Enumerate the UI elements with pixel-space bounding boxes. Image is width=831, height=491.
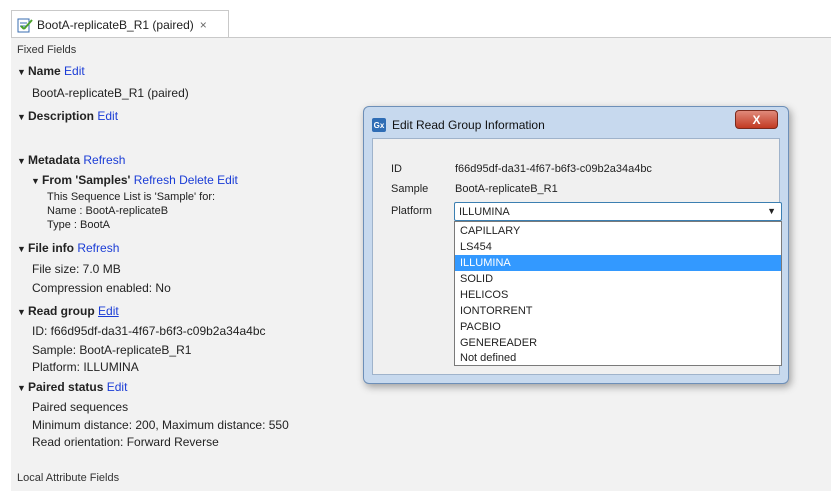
collapse-triangle-icon[interactable]: ▼ [17, 112, 28, 122]
from-samples-header: ▼ From 'Samples' Refresh Delete Edit [31, 173, 238, 187]
collapse-triangle-icon[interactable]: ▼ [17, 307, 28, 317]
platform-dropdown-list: CAPILLARY LS454 ILLUMINA SOLID HELICOS I… [454, 221, 782, 366]
sample-label: Sample [391, 183, 429, 195]
edit-read-group-dialog: Gx Edit Read Group Information X ID f66d… [363, 106, 789, 384]
file-info-label: File info [28, 241, 74, 255]
platform-option[interactable]: GENEREADER [455, 335, 781, 351]
read-group-platform: Platform: ILLUMINA [32, 360, 139, 374]
platform-option[interactable]: LS454 [455, 239, 781, 255]
from-samples-edit-link[interactable]: Edit [217, 173, 238, 187]
platform-option[interactable]: CAPILLARY [455, 223, 781, 239]
paired-status-label: Paired status [28, 380, 104, 394]
platform-option[interactable]: Not defined [455, 350, 781, 366]
metadata-section-header: ▼ Metadata Refresh [17, 153, 125, 167]
dialog-title-bar[interactable]: Gx Edit Read Group Information [372, 116, 545, 134]
platform-selected-value: ILLUMINA [459, 205, 510, 218]
read-group-sample: Sample: BootA-replicateB_R1 [32, 343, 192, 357]
paired-status-section-header: ▼ Paired status Edit [17, 380, 127, 394]
from-samples-label: From 'Samples' [42, 173, 131, 187]
read-orientation: Read orientation: Forward Reverse [32, 435, 219, 449]
name-value: BootA-replicateB_R1 (paired) [32, 86, 189, 100]
description-label: Description [28, 109, 95, 123]
read-group-label: Read group [28, 304, 95, 318]
read-group-edit-link[interactable]: Edit [98, 304, 119, 318]
platform-select[interactable]: ILLUMINA ▼ [454, 202, 782, 221]
file-info-section-header: ▼ File info Refresh [17, 241, 119, 255]
from-samples-refresh-link[interactable]: Refresh [134, 173, 176, 187]
tab-title: BootA-replicateB_R1 (paired) [37, 17, 194, 32]
paired-distance: Minimum distance: 200, Maximum distance:… [32, 418, 289, 432]
file-size: File size: 7.0 MB [32, 262, 121, 276]
name-edit-link[interactable]: Edit [64, 64, 85, 78]
collapse-triangle-icon[interactable]: ▼ [17, 244, 28, 254]
id-value: f66d95df-da31-4f67-b6f3-c09b2a34a4bc [455, 163, 652, 175]
metadata-line: This Sequence List is 'Sample' for: [47, 191, 216, 203]
collapse-triangle-icon[interactable]: ▼ [17, 67, 28, 77]
tab-close-icon[interactable]: × [200, 18, 207, 32]
platform-option[interactable]: SOLID [455, 271, 781, 287]
file-info-refresh-link[interactable]: Refresh [77, 241, 119, 255]
compression-enabled: Compression enabled: No [32, 281, 171, 295]
platform-option[interactable]: PACBIO [455, 319, 781, 335]
platform-option[interactable]: HELICOS [455, 287, 781, 303]
paired-status-edit-link[interactable]: Edit [107, 380, 128, 394]
dialog-close-button[interactable]: X [735, 110, 778, 129]
read-group-id: ID: f66d95df-da31-4f67-b6f3-c09b2a34a4bc [32, 324, 266, 338]
collapse-triangle-icon[interactable]: ▼ [31, 176, 42, 186]
local-attribute-fields-header: Local Attribute Fields [17, 472, 120, 484]
description-edit-link[interactable]: Edit [97, 109, 118, 123]
editor-tab-bar: BootA-replicateB_R1 (paired) × [0, 0, 831, 38]
metadata-refresh-link[interactable]: Refresh [83, 153, 125, 167]
sequence-list-icon [17, 18, 33, 32]
collapse-triangle-icon[interactable]: ▼ [17, 383, 28, 393]
app-icon: Gx [372, 118, 386, 132]
platform-label: Platform [391, 205, 432, 217]
tab-sequence-list[interactable]: BootA-replicateB_R1 (paired) × [11, 10, 229, 38]
metadata-label: Metadata [28, 153, 81, 167]
sample-value: BootA-replicateB_R1 [455, 183, 558, 195]
metadata-line: Name : BootA-replicateB [47, 205, 169, 217]
fixed-fields-header: Fixed Fields [17, 44, 77, 56]
metadata-line: Type : BootA [47, 219, 110, 231]
name-label: Name [28, 64, 61, 78]
paired-sequences: Paired sequences [32, 400, 129, 414]
name-section-header: ▼ Name Edit [17, 64, 85, 78]
description-section-header: ▼ Description Edit [17, 109, 118, 123]
dialog-title: Edit Read Group Information [392, 118, 545, 132]
platform-option-selected[interactable]: ILLUMINA [455, 255, 781, 271]
dialog-body: ID f66d95df-da31-4f67-b6f3-c09b2a34a4bc … [372, 138, 782, 375]
platform-option[interactable]: IONTORRENT [455, 303, 781, 319]
from-samples-delete-link[interactable]: Delete [179, 173, 214, 187]
read-group-section-header: ▼ Read group Edit [17, 304, 119, 318]
collapse-triangle-icon[interactable]: ▼ [17, 156, 28, 166]
id-label: ID [391, 163, 402, 175]
chevron-down-icon[interactable]: ▼ [767, 206, 776, 216]
